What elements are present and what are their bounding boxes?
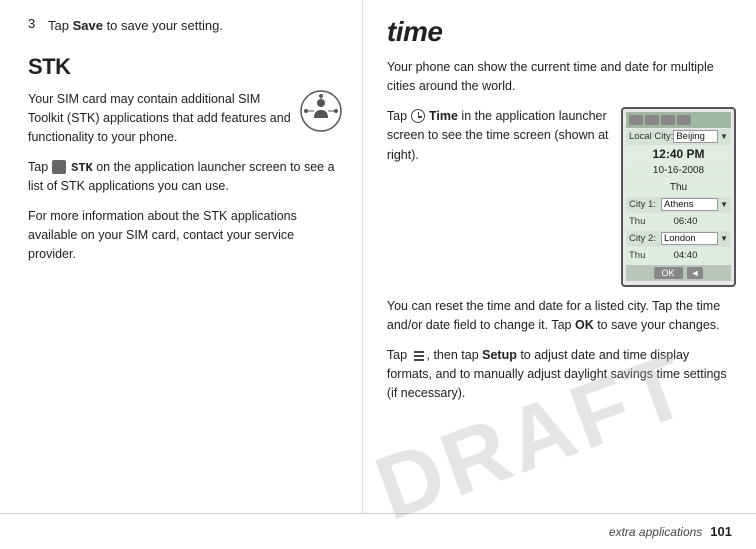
stk-header: Your SIM card may contain additional SIM… [28,90,342,148]
screen-icon-2 [645,115,659,125]
setup-keyword: Setup [482,348,517,362]
right-para1: Your phone can show the current time and… [387,58,736,97]
para3-suffix: to save your changes. [594,318,720,332]
step-text: Tap Save to save your setting. [48,16,223,36]
city2-arrow: ▼ [718,234,728,243]
menu-icon [413,349,425,361]
main-content: 3 Tap Save to save your setting. STK You… [0,0,756,513]
stk-title: STK [28,54,342,80]
stk-app-icon [52,160,66,174]
screen-city2-time-row: Thu 04:40 [626,248,731,264]
page-footer: extra applications 101 [0,513,756,549]
screen-day-row: Thu [626,180,731,196]
screen-date-value: 10-16-2008 [653,165,704,176]
ok-keyword: OK [575,318,594,332]
screen-icons-row [626,112,731,128]
local-city-label: Local City: [629,131,673,142]
city2-label: City 2: [629,233,661,244]
ok-button[interactable]: OK [654,267,683,279]
city1-value: Athens [661,198,718,211]
time-text-block: Tap Time in the application launcher scr… [387,107,621,175]
local-city-value: Beijing [673,130,718,143]
stk-keyword: STK [71,161,93,175]
screen-icon-1 [629,115,643,125]
screen-icon-4 [677,115,691,125]
screen-city2-row: City 2: London ▼ [626,231,731,247]
screen-city1-row: City 1: Athens ▼ [626,197,731,213]
right-para4: Tap , then tap Setup to adjust date and … [387,346,736,404]
footer-section: extra applications [609,525,702,539]
time-clock-icon [411,109,425,123]
stk-para2: For more information about the STK appli… [28,207,342,265]
city1-time: 06:40 [661,216,710,227]
para4-middle: , then tap [427,348,483,362]
screen-day-value: Thu [670,182,687,193]
stk-para1-prefix: Tap [28,160,52,174]
screen-time-row: 12:40 PM [626,146,731,162]
time-section: Tap Time in the application launcher scr… [387,107,736,287]
step-text-suffix: to save your setting. [103,18,223,33]
save-keyword: Save [73,18,103,33]
back-button[interactable]: ◄ [687,267,704,279]
step-text-prefix: Tap [48,18,73,33]
para4-prefix: Tap [387,348,411,362]
screen-time-value: 12:40 PM [652,147,704,161]
para2-prefix: Tap [387,109,411,123]
time-phone-screen: Local City: Beijing ▼ 12:40 PM 10-16-200… [621,107,736,287]
city1-day: Thu [629,216,661,227]
screen-icon-3 [661,115,675,125]
time-label: Time [429,109,458,123]
screen-date-row: 10-16-2008 [626,163,731,179]
city1-arrow: ▼ [718,200,728,209]
city2-value: London [661,232,718,245]
screen-city1-time-row: Thu 06:40 [626,214,731,230]
screen-local-city-row: Local City: Beijing ▼ [626,129,731,145]
screen-ok-row: OK ◄ [626,265,731,281]
stk-description: Your SIM card may contain additional SIM… [28,90,300,148]
city2-time: 04:40 [661,250,710,261]
right-para2: Tap Time in the application launcher scr… [387,107,611,165]
footer-page-number: 101 [710,524,732,539]
city2-day: Thu [629,250,661,261]
stk-para1: Tap STK on the application launcher scre… [28,158,342,197]
right-column: time Your phone can show the current tim… [363,0,756,513]
step-3: 3 Tap Save to save your setting. [28,16,342,36]
right-para3: You can reset the time and date for a li… [387,297,736,336]
city1-label: City 1: [629,199,661,210]
local-city-arrow: ▼ [718,132,728,141]
left-column: 3 Tap Save to save your setting. STK You… [0,0,363,513]
page-title: time [387,16,736,48]
screen-icons [629,115,691,125]
stk-toolkit-icon [300,90,342,132]
step-number: 3 [28,16,44,31]
